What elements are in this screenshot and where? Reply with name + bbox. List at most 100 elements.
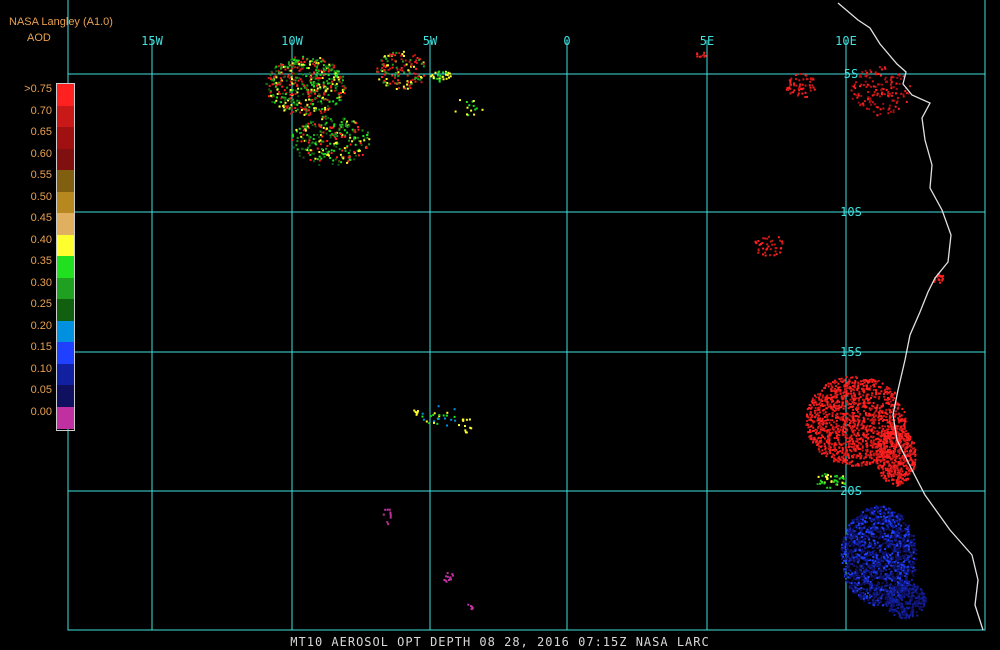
aod-pixel <box>881 430 883 433</box>
aod-pixel <box>867 393 870 396</box>
aod-pixel <box>865 86 868 88</box>
aod-pixel <box>820 404 822 407</box>
aod-pixel <box>815 409 818 412</box>
aod-pixel <box>331 83 334 86</box>
aod-pixel <box>769 254 772 257</box>
aod-pixel <box>841 461 844 464</box>
aod-pixel <box>820 441 823 444</box>
aod-pixel <box>849 422 851 425</box>
aod-pixel <box>397 71 400 74</box>
aod-pixel <box>347 156 350 159</box>
aod-pixel <box>394 82 397 85</box>
aod-pixel <box>849 439 852 442</box>
aod-pixel <box>860 380 862 383</box>
aod-pixel <box>855 537 857 540</box>
aod-pixel <box>391 66 394 69</box>
aod-pixel <box>884 584 887 587</box>
aod-pixel <box>878 569 881 572</box>
aod-pixel <box>892 111 895 114</box>
aod-pixel <box>362 135 365 137</box>
aod-pixel <box>768 235 770 238</box>
aod-pixel <box>295 128 298 131</box>
aod-pixel <box>401 53 404 56</box>
aod-pixel <box>326 109 329 112</box>
aod-pixel <box>890 83 892 86</box>
aod-pixel <box>324 106 327 109</box>
aod-pixel <box>850 428 853 431</box>
aod-pixel <box>851 454 854 457</box>
aod-pixel <box>903 529 906 532</box>
aod-pixel <box>866 592 869 595</box>
aod-pixel <box>897 97 900 100</box>
aod-pixel <box>817 393 819 396</box>
aod-pixel <box>872 441 875 444</box>
aod-pixel <box>297 95 300 98</box>
aod-pixel <box>875 554 878 557</box>
aod-pixel <box>876 547 879 549</box>
aod-pixel <box>809 86 812 89</box>
aod-pixel <box>841 455 844 458</box>
aod-pixel <box>321 108 324 111</box>
aod-pixel <box>874 71 877 74</box>
aod-pixel <box>873 510 876 513</box>
aod-pixel <box>852 385 854 388</box>
aod-pixel <box>313 107 316 110</box>
aod-pixel <box>819 445 822 448</box>
aod-pixel <box>315 66 318 69</box>
aod-pixel <box>882 567 885 570</box>
aod-pixel <box>897 438 900 441</box>
aod-pixel <box>428 422 431 425</box>
aod-pixel <box>329 126 332 129</box>
aod-pixel <box>912 442 915 445</box>
aod-pixel <box>306 125 309 128</box>
aod-pixel <box>913 570 916 573</box>
aod-pixel <box>324 89 327 92</box>
aod-pixel <box>896 544 899 547</box>
aod-pixel <box>809 418 812 421</box>
aod-pixel <box>879 95 881 98</box>
aod-pixel <box>856 589 859 592</box>
aod-pixel <box>875 393 878 396</box>
aod-pixel <box>395 51 398 54</box>
aod-pixel <box>914 453 917 456</box>
aod-pixel <box>895 92 897 95</box>
aod-pixel <box>907 455 910 458</box>
aod-pixel <box>872 389 875 391</box>
aod-pixel <box>301 83 304 86</box>
aod-pixel <box>366 136 369 139</box>
aod-pixel <box>865 454 868 457</box>
aod-pixel <box>885 582 888 584</box>
aod-pixel <box>334 87 337 89</box>
aod-pixel <box>904 420 906 423</box>
aod-pixel <box>860 536 863 538</box>
aod-pixel <box>898 74 901 77</box>
aod-pixel <box>887 401 890 404</box>
aod-pixel <box>889 553 892 556</box>
aod-pixel <box>860 598 863 600</box>
aod-pixel <box>887 397 889 399</box>
aod-pixel <box>412 55 415 58</box>
aod-pixel <box>901 408 904 410</box>
aod-pixel <box>892 473 894 476</box>
aod-pixel <box>326 98 329 101</box>
aod-pixel <box>868 538 871 541</box>
aod-pixel <box>861 445 864 448</box>
aod-pixel <box>315 89 318 92</box>
aod-pixel <box>881 382 884 385</box>
aod-pixel <box>366 133 369 136</box>
aod-pixel <box>333 64 336 67</box>
aod-pixel <box>912 544 915 547</box>
aod-pixel <box>806 78 808 81</box>
aod-pixel <box>861 71 864 74</box>
aod-pixel <box>317 62 320 65</box>
aod-pixel <box>862 104 865 107</box>
aod-pixel <box>905 430 908 433</box>
aod-pixel <box>898 587 901 590</box>
aod-pixel <box>817 396 820 399</box>
aod-pixel <box>881 536 884 539</box>
aod-pixel <box>818 394 821 397</box>
aod-pixel <box>302 66 305 69</box>
aod-pixel <box>846 543 849 545</box>
aod-pixel <box>891 611 894 614</box>
aod-pixel <box>806 415 809 417</box>
